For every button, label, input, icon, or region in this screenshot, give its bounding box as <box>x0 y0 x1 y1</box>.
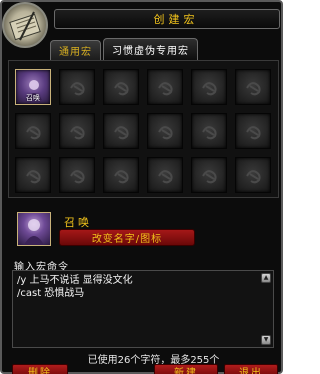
macro-slot[interactable] <box>147 157 183 193</box>
scroll-down-icon[interactable]: ▼ <box>261 335 271 345</box>
delete-button[interactable]: 删除 <box>12 364 68 374</box>
editor-scrollbar[interactable]: ▲ ▼ <box>261 273 271 345</box>
empty-slot-icon <box>26 170 41 184</box>
tab-general-macros[interactable]: 通用宏 <box>50 40 101 60</box>
macro-slot[interactable] <box>103 113 139 149</box>
macro-slot[interactable] <box>103 157 139 193</box>
macro-slot[interactable] <box>191 157 227 193</box>
macro-slot-grid: 召唤 <box>8 60 279 198</box>
macro-slot[interactable] <box>191 113 227 149</box>
macro-slot[interactable] <box>235 113 271 149</box>
tab-character-macros[interactable]: 习惯虚伪专用宏 <box>103 38 198 60</box>
macro-slot[interactable] <box>59 69 95 105</box>
macro-command-line: /y 上马不说话 显得没文化 <box>17 275 133 286</box>
macro-slot[interactable] <box>15 113 51 149</box>
macro-command-line: /cast 恐惧战马 <box>17 288 85 299</box>
macro-book-emblem-glyph <box>9 11 41 41</box>
empty-slot-icon <box>158 82 173 96</box>
exit-button[interactable]: 退出 <box>224 364 278 374</box>
empty-slot-icon <box>26 126 41 140</box>
empty-slot-icon <box>114 82 129 96</box>
selected-macro-icon[interactable] <box>17 212 51 246</box>
macro-slot[interactable] <box>235 69 271 105</box>
empty-slot-icon <box>70 82 85 96</box>
macro-slot[interactable] <box>15 157 51 193</box>
empty-slot-icon <box>114 170 129 184</box>
macro-slot[interactable] <box>147 113 183 149</box>
window-title: 创建宏 <box>153 13 199 26</box>
empty-slot-icon <box>246 170 261 184</box>
empty-slot-icon <box>202 126 217 140</box>
empty-slot-icon <box>114 126 129 140</box>
summon-mount-icon <box>24 219 44 245</box>
title-bar: 创建宏 <box>54 9 280 29</box>
macro-slot[interactable] <box>235 157 271 193</box>
macro-window: 创建宏 通用宏 习惯虚伪专用宏 召唤 召唤 改变名字/图标 输入宏命令 /y 上… <box>0 0 283 374</box>
empty-slot-icon <box>202 82 217 96</box>
macro-slot[interactable] <box>59 113 95 149</box>
macro-book-emblem-icon <box>2 2 48 48</box>
macro-slot[interactable]: 召唤 <box>15 69 51 105</box>
macro-slot[interactable] <box>147 69 183 105</box>
empty-slot-icon <box>70 170 85 184</box>
macro-slot[interactable] <box>191 69 227 105</box>
new-button[interactable]: 新建 <box>154 364 218 374</box>
empty-slot-icon <box>158 170 173 184</box>
macro-slot-label: 召唤 <box>26 94 40 102</box>
change-name-icon-button[interactable]: 改变名字/图标 <box>59 229 195 246</box>
empty-slot-icon <box>202 170 217 184</box>
empty-slot-icon <box>246 82 261 96</box>
scroll-up-icon[interactable]: ▲ <box>261 273 271 283</box>
macro-tabs: 通用宏 习惯虚伪专用宏 <box>50 38 198 60</box>
macro-command-editor[interactable]: /y 上马不说话 显得没文化 /cast 恐惧战马 ▲ ▼ <box>12 270 274 348</box>
macro-slot[interactable] <box>59 157 95 193</box>
selected-macro-name: 召唤 <box>64 216 92 229</box>
empty-slot-icon <box>158 126 173 140</box>
empty-slot-icon <box>246 126 261 140</box>
empty-slot-icon <box>70 126 85 140</box>
macro-slot[interactable] <box>103 69 139 105</box>
